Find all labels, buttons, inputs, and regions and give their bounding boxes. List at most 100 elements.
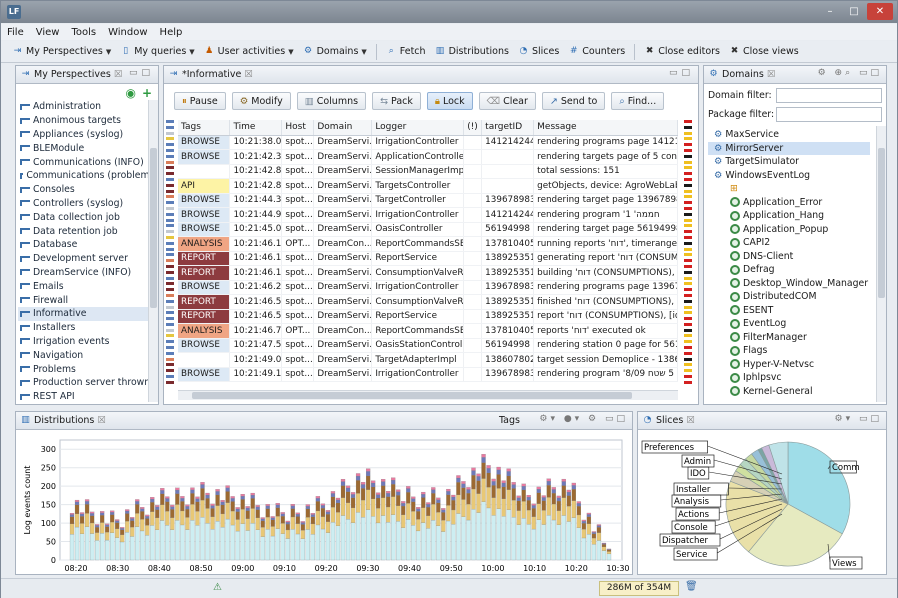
distribution-bar[interactable]: [165, 496, 170, 561]
distribution-bar[interactable]: [305, 504, 310, 561]
column-header[interactable]: Message: [533, 120, 678, 136]
distribution-bar[interactable]: [110, 510, 115, 561]
tree-node[interactable]: Iphlpsvc: [708, 371, 870, 385]
close-tab-icon[interactable]: ☒: [767, 69, 776, 80]
distribution-bar[interactable]: [391, 477, 396, 561]
distribution-bar[interactable]: [606, 548, 612, 561]
add-icon[interactable]: +: [142, 86, 152, 100]
distribution-bar[interactable]: [371, 480, 376, 561]
distribution-bar[interactable]: [69, 513, 75, 561]
perspective-item[interactable]: Data retention job: [18, 224, 158, 238]
distribution-bar[interactable]: [411, 496, 416, 561]
perspective-item[interactable]: Informative: [18, 306, 158, 321]
distribution-mode[interactable]: Tags: [499, 415, 520, 426]
distribution-bar[interactable]: [431, 487, 436, 561]
distribution-bar[interactable]: [506, 468, 511, 561]
menu-tools[interactable]: Tools: [71, 27, 96, 38]
distribution-bar[interactable]: [345, 485, 351, 561]
distribution-bar[interactable]: [94, 524, 100, 561]
distribution-bar[interactable]: [561, 478, 566, 561]
distribution-bar[interactable]: [200, 482, 205, 561]
perspective-item[interactable]: Consoles: [18, 183, 158, 197]
dropdown-arrow-icon[interactable]: ▼: [288, 48, 293, 56]
distribution-bar[interactable]: [491, 478, 496, 561]
distribution-bar[interactable]: [225, 485, 230, 561]
table-row[interactable]: API10:21:42.839spot...DreamServi...Targe…: [178, 178, 678, 194]
distribution-bar[interactable]: [330, 491, 336, 561]
tree-node[interactable]: EventLog: [708, 317, 870, 331]
perspective-item[interactable]: Database: [18, 238, 158, 252]
distribution-bar[interactable]: [145, 514, 150, 561]
distribution-bar[interactable]: [536, 486, 541, 561]
distribution-bar[interactable]: [571, 482, 576, 561]
distribution-bar[interactable]: [84, 499, 90, 561]
tab-informative[interactable]: ⇥ *Informative ☒ ▭□: [164, 66, 698, 84]
maximize-button[interactable]: □: [843, 3, 865, 20]
distribution-bar[interactable]: [501, 480, 506, 561]
distribution-bar[interactable]: [426, 502, 431, 561]
distribution-bar[interactable]: [74, 499, 80, 561]
distribution-bar[interactable]: [135, 499, 140, 561]
distribution-bar[interactable]: [175, 487, 180, 561]
distribution-bar[interactable]: [155, 505, 160, 561]
tree-node[interactable]: Kernel-General: [708, 385, 870, 399]
minimize-button[interactable]: –: [819, 3, 841, 20]
tab-domains[interactable]: ⚙ Domains ☒ ⚙ ⊕⌕ ▭□: [704, 66, 886, 84]
distribution-bar[interactable]: [230, 496, 235, 561]
tree-node[interactable]: Application_Error: [708, 196, 870, 210]
menu-view[interactable]: View: [36, 27, 60, 38]
distribution-bar[interactable]: [596, 524, 602, 561]
distribution-bar[interactable]: [576, 501, 581, 561]
lock-button[interactable]: 🔒︎ Lock: [426, 92, 473, 110]
column-header[interactable]: (!): [463, 120, 483, 136]
close-tab-icon[interactable]: ☒: [97, 415, 106, 426]
perspective-item[interactable]: Controllers (syslog): [18, 197, 158, 211]
tree-node[interactable]: Flags: [708, 344, 870, 358]
distribution-bar[interactable]: [531, 503, 536, 561]
distribution-bar[interactable]: [100, 511, 105, 561]
tree-node[interactable]: Application_Hang: [708, 209, 870, 223]
distribution-bar[interactable]: [566, 489, 571, 561]
tree-node[interactable]: ⊞: [708, 182, 870, 196]
distribution-bar[interactable]: [79, 512, 85, 561]
view-controls[interactable]: ▭□: [669, 68, 694, 78]
distribution-bar[interactable]: [456, 475, 461, 561]
close-tab-icon[interactable]: ☒: [114, 69, 123, 80]
tree-node[interactable]: ⚙ MirrorServer: [708, 141, 870, 155]
tab-my-perspectives[interactable]: ⇥ My Perspectives ☒ ▭□: [16, 66, 158, 84]
distribution-bar[interactable]: [210, 503, 215, 561]
distribution-bar[interactable]: [401, 501, 406, 561]
perspective-item[interactable]: Production server thrown: [18, 376, 158, 390]
distribution-bar[interactable]: [421, 491, 426, 561]
distribution-bar[interactable]: [481, 454, 486, 561]
view-controls[interactable]: ⚙ ⊕⌕ ▭□: [818, 68, 882, 78]
perspectives-scrollbar[interactable]: [148, 100, 158, 402]
distribution-bar[interactable]: [476, 473, 481, 561]
column-header[interactable]: Time: [229, 120, 283, 136]
table-row[interactable]: BROWSE10:21:38.009spot...DreamServi...Ir…: [178, 135, 678, 150]
user-activities-button[interactable]: ♟ User activities ▼: [201, 43, 297, 61]
distribution-bar[interactable]: [295, 512, 300, 561]
distribution-bar[interactable]: [280, 512, 285, 561]
view-controls[interactable]: ⚙▾ ▭□: [835, 414, 882, 424]
distribution-bar[interactable]: [471, 467, 476, 561]
distribution-bar[interactable]: [240, 494, 245, 561]
distribution-bar[interactable]: [416, 507, 421, 561]
distribution-bar[interactable]: [516, 495, 521, 561]
distribution-bar[interactable]: [105, 523, 110, 561]
table-row[interactable]: 10:21:42.819spot...DreamServi...SessionM…: [178, 164, 678, 179]
table-row[interactable]: BROWSE10:21:44.942spot...DreamServi...Ir…: [178, 207, 678, 223]
distribution-bar[interactable]: [190, 487, 195, 561]
distribution-bar[interactable]: [215, 489, 220, 561]
close-window-button[interactable]: ✕: [867, 3, 893, 20]
distribution-bar[interactable]: [365, 468, 371, 561]
columns-button[interactable]: ▥ Columns: [296, 92, 367, 110]
scrollbar-thumb[interactable]: [150, 148, 157, 308]
table-row[interactable]: BROWSE10:21:46.234spot...DreamServi...Ir…: [178, 280, 678, 295]
distribution-bar[interactable]: [260, 517, 265, 561]
perspective-item[interactable]: Problems: [18, 362, 158, 376]
column-header[interactable]: Domain: [313, 120, 373, 136]
close-editors-button[interactable]: ✖ Close editors: [641, 43, 723, 61]
distribution-bar[interactable]: [350, 492, 356, 561]
tree-node[interactable]: Defrag: [708, 263, 870, 277]
